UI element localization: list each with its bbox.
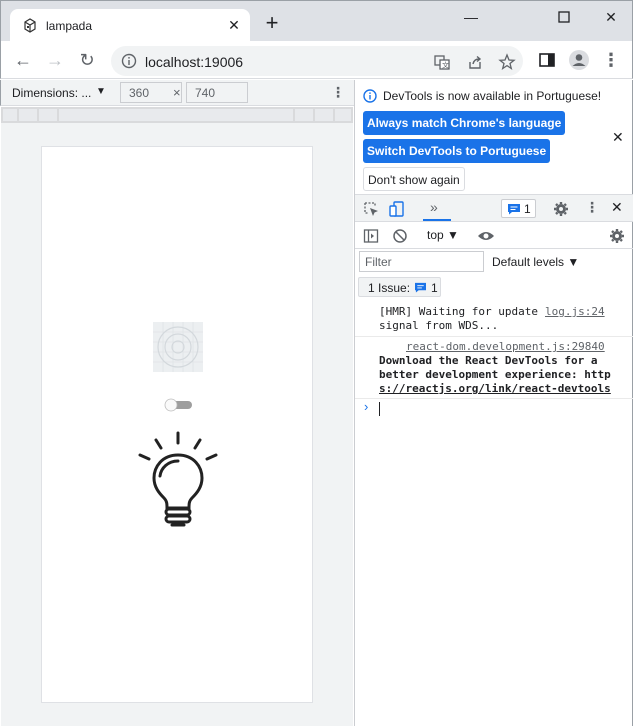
issues-message-icon — [415, 282, 426, 293]
maximize-button[interactable] — [554, 7, 574, 27]
dimensions-select[interactable]: Dimensions: ... — [12, 86, 91, 100]
chrome-menu-icon[interactable]: ⋮ — [601, 50, 621, 70]
tab-title: lampada — [46, 19, 93, 33]
info-icon — [363, 89, 377, 103]
inspect-element-icon[interactable] — [363, 201, 379, 217]
log-text: [HMR] Waiting for update — [379, 305, 538, 318]
back-icon[interactable]: ← — [13, 50, 33, 70]
device-toolbar: Dimensions: ... ▼ 360 × 740 ⋮ — [0, 80, 354, 106]
console-settings-gear-icon[interactable] — [609, 228, 625, 244]
always-match-language-button[interactable]: Always match Chrome's language — [363, 111, 566, 135]
lightbulb-icon — [138, 431, 218, 527]
svg-text:文: 文 — [442, 61, 449, 70]
active-tab-indicator — [423, 219, 451, 221]
tab-close-icon[interactable]: ✕ — [226, 17, 242, 33]
reload-icon[interactable]: ↻ — [77, 50, 97, 70]
app-logo-icon — [153, 322, 203, 372]
site-info-icon[interactable] — [121, 53, 137, 69]
settings-gear-icon[interactable] — [553, 201, 569, 217]
react-devtools-link[interactable]: s://reactjs.org/link/react-devtools — [379, 382, 611, 395]
language-notice: DevTools is now available in Portuguese! — [383, 89, 602, 103]
devtools-tab-bar: » 1 ⋮ ✕ — [355, 194, 633, 222]
address-bar[interactable]: localhost:19006 文 — [111, 46, 523, 76]
issues-badge-count: 1 — [524, 202, 531, 216]
media-query-ruler[interactable] — [1, 107, 353, 123]
console-toolbar: top ▼ — [355, 223, 633, 249]
devtools-panel: DevTools is now available in Portuguese!… — [354, 80, 633, 726]
device-frame — [41, 146, 313, 703]
devtools-menu-icon[interactable]: ⋮ — [585, 199, 599, 216]
issues-label: 1 Issue: — [368, 281, 411, 295]
log-levels-label: Default levels — [492, 255, 565, 269]
dimensions-caret-icon[interactable]: ▼ — [96, 86, 106, 97]
url-text: localhost:19006 — [145, 54, 244, 70]
console-filter-input[interactable]: Filter — [359, 251, 484, 272]
app-favicon-icon — [24, 18, 36, 33]
translate-icon[interactable]: 文 — [433, 53, 451, 71]
browser-tab[interactable]: lampada ✕ — [10, 9, 250, 43]
notice-close-icon[interactable]: ✕ — [612, 129, 624, 146]
log-text: signal from WDS... — [379, 319, 499, 332]
dimension-separator: × — [173, 85, 181, 100]
title-bar: lampada ✕ + — ✕ — [0, 0, 633, 43]
forward-icon[interactable]: → — [45, 50, 65, 70]
console-prompt-icon: › — [364, 399, 369, 414]
log-source-link[interactable]: react-dom.development.js:29840 — [406, 340, 605, 353]
profile-avatar-icon[interactable] — [568, 49, 590, 71]
maximize-icon — [558, 11, 570, 23]
address-toolbar: ← → ↻ localhost:19006 文 ⋮ — [0, 41, 633, 79]
bookmark-star-icon[interactable] — [498, 53, 516, 71]
device-toggle-icon[interactable] — [389, 201, 405, 217]
log-source-link[interactable]: log.js:24 — [545, 305, 605, 318]
side-panel-icon[interactable] — [538, 51, 556, 69]
clear-console-icon[interactable] — [392, 228, 408, 244]
lamp-toggle-switch[interactable] — [164, 398, 194, 412]
console-filter-row: Filter Default levels ▼ — [355, 249, 633, 275]
live-expression-eye-icon[interactable] — [477, 228, 495, 244]
issues-link[interactable]: 1 Issue: 1 — [358, 277, 441, 297]
console-input[interactable] — [379, 402, 380, 416]
switch-to-portuguese-button[interactable]: Switch DevTools to Portuguese — [363, 139, 551, 163]
minimize-button[interactable]: — — [461, 7, 481, 27]
issues-message-icon — [508, 204, 520, 215]
console-message: [HMR] Waiting for update log.js:24 signa… — [355, 300, 633, 337]
console-message: react-dom.development.js:29840 Download … — [355, 337, 633, 399]
issues-badge-button[interactable]: 1 — [501, 199, 536, 218]
close-window-button[interactable]: ✕ — [601, 7, 621, 27]
close-devtools-icon[interactable]: ✕ — [611, 199, 623, 216]
more-tabs-chevron-icon[interactable]: » — [430, 199, 438, 215]
share-icon[interactable] — [466, 53, 484, 71]
device-toolbar-more-icon[interactable]: ⋮ — [331, 84, 345, 101]
sidebar-toggle-icon[interactable] — [363, 228, 379, 244]
new-tab-button[interactable]: + — [262, 12, 282, 34]
log-text: Download the React DevTools for a — [379, 354, 598, 367]
viewport-height-input[interactable]: 740 — [186, 82, 248, 103]
context-value: top — [427, 228, 444, 242]
dont-show-again-button[interactable]: Don't show again — [363, 167, 465, 191]
context-selector[interactable]: top ▼ — [427, 228, 459, 242]
issues-count: 1 — [431, 281, 438, 295]
log-levels-select[interactable]: Default levels ▼ — [492, 255, 579, 269]
log-text: better development experience: http — [379, 368, 611, 381]
